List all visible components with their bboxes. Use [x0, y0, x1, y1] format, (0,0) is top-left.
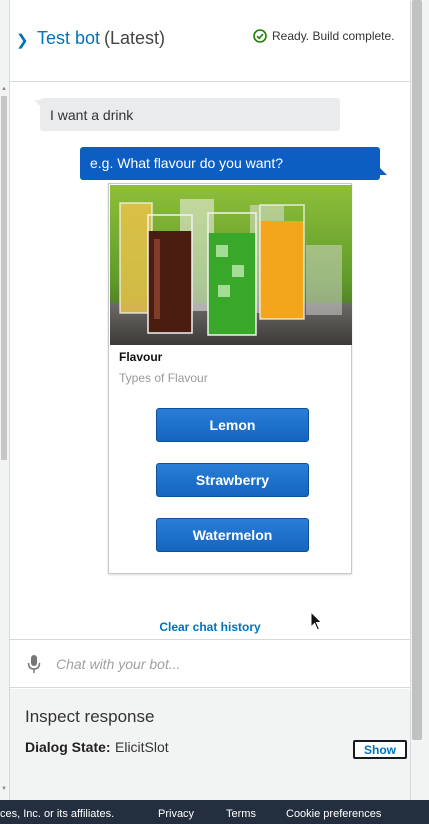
chat-input-row	[10, 639, 410, 688]
microphone-icon[interactable]	[27, 654, 41, 674]
user-message-bubble: I want a drink	[40, 98, 340, 131]
left-panel-edge: ▲ ▼	[0, 0, 10, 800]
build-status-text: Ready. Build complete.	[272, 29, 395, 43]
mouse-cursor-icon	[310, 611, 323, 631]
terms-link[interactable]: Terms	[226, 808, 256, 820]
bot-version: (Latest)	[104, 28, 166, 48]
copyright-text: ces, Inc. or its affiliates.	[0, 808, 115, 820]
watermelon-button[interactable]: Watermelon	[156, 518, 309, 552]
show-button[interactable]: Show	[353, 740, 407, 759]
chat-window: I want a drink e.g. What flavour do you …	[10, 83, 410, 639]
right-scrollbar-thumb[interactable]	[412, 0, 422, 740]
card-title: Flavour	[119, 350, 163, 364]
bot-title[interactable]: Test bot	[37, 28, 100, 49]
left-scrollbar-thumb[interactable]	[1, 96, 7, 460]
lemon-button[interactable]: Lemon	[156, 408, 309, 442]
inspect-response-panel: Inspect response Dialog State: ElicitSlo…	[10, 689, 410, 800]
chevron-right-icon[interactable]: ❯	[16, 31, 29, 49]
dialog-state-label: Dialog State:	[25, 739, 111, 755]
test-bot-header: ❯ Test bot (Latest) Ready. Build complet…	[10, 0, 410, 82]
clear-chat-history-link[interactable]: Clear chat history	[10, 620, 410, 634]
bot-bubble-tail	[378, 166, 387, 175]
cookie-preferences-link[interactable]: Cookie preferences	[286, 808, 381, 820]
strawberry-button[interactable]: Strawberry	[156, 463, 309, 497]
scroll-up-arrow-icon[interactable]: ▲	[1, 86, 7, 92]
bot-message-bubble: e.g. What flavour do you want?	[80, 147, 380, 180]
card-subtitle: Types of Flavour	[119, 371, 208, 385]
privacy-link[interactable]: Privacy	[158, 808, 194, 820]
check-circle-icon	[253, 29, 267, 43]
response-card: Flavour Types of Flavour Lemon Strawberr…	[108, 183, 352, 574]
console-footer: ces, Inc. or its affiliates. Privacy Ter…	[0, 800, 429, 824]
dialog-state-value: ElicitSlot	[115, 739, 169, 755]
inspect-response-title: Inspect response	[25, 707, 155, 726]
chat-input[interactable]	[56, 652, 396, 676]
drinks-image	[110, 185, 352, 345]
scroll-down-arrow-icon[interactable]: ▼	[1, 786, 7, 792]
